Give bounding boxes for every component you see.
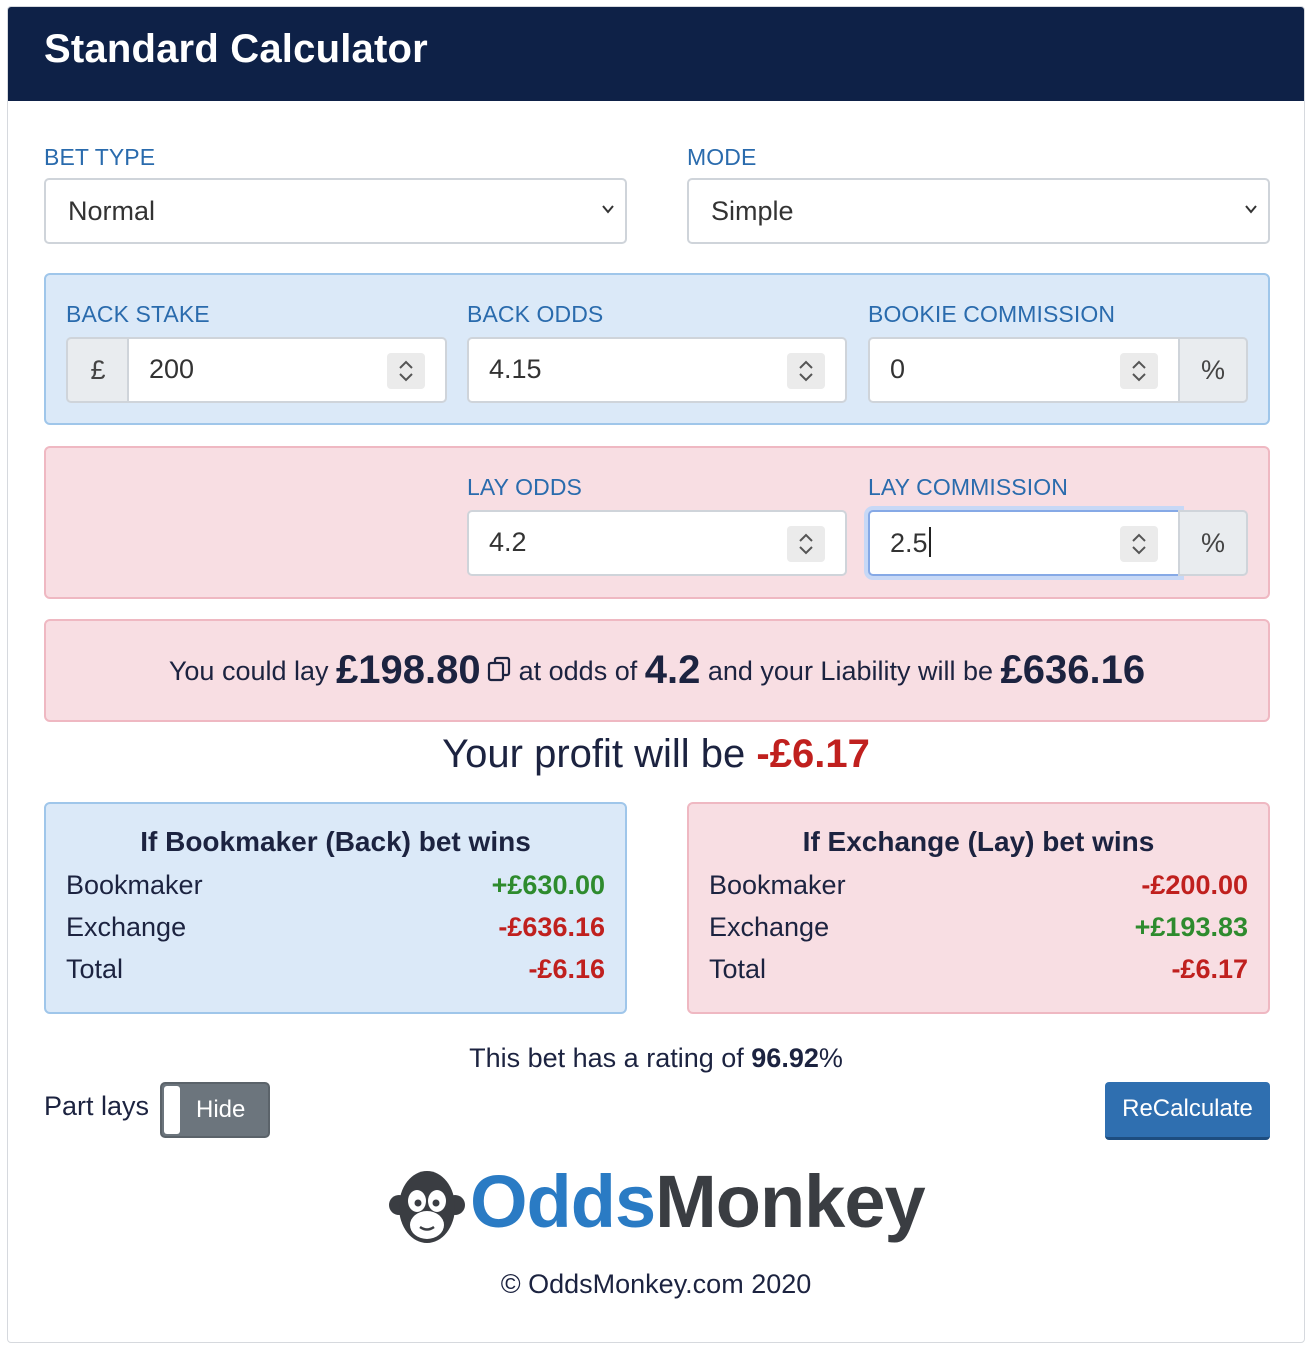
logo-odds: Odds [470, 1160, 656, 1243]
back-wins-title: If Bookmaker (Back) bet wins [140, 826, 531, 857]
table-row: Exchange -£636.16 [66, 912, 605, 946]
lay-wins-title: If Exchange (Lay) bet wins [802, 826, 1155, 857]
bet-type-value: Normal [68, 196, 156, 226]
result-text-3: and your Liability will be [707, 656, 994, 686]
row-label: Bookmaker [709, 870, 846, 900]
lay-commission-value: 2.5 [890, 528, 928, 558]
table-row: Total -£6.16 [66, 954, 605, 988]
back-bet-panel: BACK STAKE £ 200 BACK ODDS 4.15 BOOKIE C… [44, 273, 1270, 425]
row-label: Exchange [66, 912, 187, 942]
table-row: Bookmaker +£630.00 [66, 870, 605, 904]
logo-monkey: Monkey [655, 1160, 926, 1243]
percent-addon: % [1178, 510, 1248, 576]
profit-value: -£6.17 [756, 732, 870, 776]
lay-odds-display: 4.2 [644, 648, 701, 692]
result-text-1: You could lay [168, 656, 329, 686]
row-value: -£636.16 [498, 912, 605, 942]
lay-commission-stepper[interactable] [1120, 526, 1158, 562]
copyright-footer: © OddsMonkey.com 2020 [500, 1269, 812, 1299]
lay-wins-card: If Exchange (Lay) bet wins Bookmaker -£2… [687, 802, 1270, 1014]
lay-odds-input[interactable]: 4.2 [467, 510, 847, 576]
table-row: Bookmaker -£200.00 [709, 870, 1248, 904]
row-label: Exchange [709, 912, 830, 942]
currency-addon: £ [66, 337, 130, 403]
bet-rating: This bet has a rating of 96.92% [8, 1043, 1304, 1074]
table-row: Total -£6.17 [709, 954, 1248, 988]
back-odds-value: 4.15 [489, 354, 542, 384]
back-stake-value: 200 [149, 354, 195, 384]
row-value: -£6.17 [1171, 954, 1248, 984]
header-bar: Standard Calculator [8, 7, 1304, 101]
chevron-down-icon [1245, 205, 1257, 214]
bookie-commission-stepper[interactable] [1120, 353, 1158, 389]
bet-type-label: BET TYPE [44, 144, 156, 170]
row-value: +£193.83 [1134, 912, 1248, 942]
spinner-arrows-icon [1132, 360, 1146, 382]
bookie-commission-value: 0 [890, 354, 906, 384]
liability-amount: £636.16 [1000, 648, 1146, 692]
back-odds-input[interactable]: 4.15 [467, 337, 847, 403]
part-lays-label: Part lays [44, 1091, 150, 1121]
rating-value: 96.92 [751, 1043, 819, 1073]
monkey-logo-icon [389, 1171, 465, 1243]
row-label: Total [66, 954, 124, 984]
row-value: +£630.00 [491, 870, 605, 900]
rating-suffix: % [818, 1043, 843, 1073]
bookie-commission-input[interactable]: 0 [868, 337, 1180, 403]
row-value: -£200.00 [1141, 870, 1248, 900]
profit-text: Your profit will be [442, 732, 746, 776]
calculator-frame: Standard Calculator BET TYPE Normal MODE… [7, 6, 1305, 1343]
lay-bet-panel: LAY ODDS 4.2 LAY COMMISSION 2.5 % [44, 446, 1270, 599]
row-value: -£6.16 [528, 954, 605, 984]
lay-result-summary: You could lay £198.80 at odds of 4.2 and … [44, 619, 1270, 722]
back-stake-input[interactable]: 200 [127, 337, 447, 403]
back-stake-stepper[interactable] [387, 353, 425, 389]
spinner-arrows-icon [1132, 533, 1146, 555]
spinner-arrows-icon [399, 360, 413, 382]
chevron-down-icon [602, 205, 614, 214]
text-caret [928, 527, 931, 557]
recalculate-button[interactable]: ReCalculate [1105, 1082, 1270, 1140]
row-label: Total [709, 954, 767, 984]
mode-select[interactable]: Simple [687, 178, 1270, 244]
back-wins-card: If Bookmaker (Back) bet wins Bookmaker +… [44, 802, 627, 1014]
copy-icon[interactable] [487, 656, 513, 684]
percent-addon: % [1178, 337, 1248, 403]
toggle-label: Hide [196, 1096, 246, 1123]
table-row: Exchange +£193.83 [709, 912, 1248, 946]
toggle-knob [164, 1086, 180, 1134]
lay-commission-input[interactable]: 2.5 [868, 510, 1180, 576]
row-label: Bookmaker [66, 870, 203, 900]
back-odds-label: BACK ODDS [467, 301, 604, 327]
back-odds-stepper[interactable] [787, 353, 825, 389]
spinner-arrows-icon [799, 360, 813, 382]
oddsmonkey-logo: OddsMonkey [388, 1157, 928, 1257]
back-stake-label: BACK STAKE [66, 301, 210, 327]
result-text-2: at odds of [518, 656, 638, 686]
mode-label: MODE [687, 144, 757, 170]
bookie-commission-label: BOOKIE COMMISSION [868, 301, 1116, 327]
mode-value: Simple [711, 196, 794, 226]
lay-commission-label: LAY COMMISSION [868, 474, 1068, 500]
lay-odds-label: LAY ODDS [467, 474, 582, 500]
profit-line: Your profit will be -£6.17 [8, 732, 1304, 777]
rating-text: This bet has a rating of [469, 1043, 744, 1073]
lay-odds-value: 4.2 [489, 527, 527, 557]
part-lays-toggle[interactable]: Hide [160, 1082, 270, 1138]
lay-odds-stepper[interactable] [787, 526, 825, 562]
page-title: Standard Calculator [44, 27, 428, 71]
spinner-arrows-icon [799, 533, 813, 555]
lay-amount: £198.80 [336, 648, 481, 692]
bet-type-select[interactable]: Normal [44, 178, 627, 244]
